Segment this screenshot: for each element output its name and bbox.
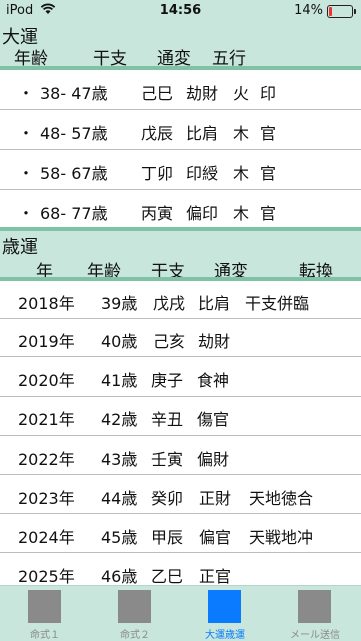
row-year: 2024年	[18, 528, 75, 547]
row-tenkan: 天戦地冲	[249, 528, 314, 547]
tab-send-mail-icon	[298, 590, 331, 623]
row-year: 2019年	[18, 332, 75, 351]
row-age: 48- 57歳	[40, 124, 108, 143]
tab-label: 命式２	[120, 630, 150, 641]
tab-meishiki-2-icon	[118, 590, 151, 623]
row-kanshi: 己巳	[141, 84, 174, 103]
row-tsuhen: 比肩	[186, 124, 219, 143]
saiun-title: 歳運	[2, 237, 38, 258]
daiun-header: 大運 年齢 干支 通変 五行	[0, 22, 361, 69]
row-tsuhen: 正官	[199, 567, 232, 586]
row-age: 42歳	[101, 410, 138, 429]
battery-percent: 14%	[294, 3, 323, 18]
tab-meishiki-1-icon	[28, 590, 61, 623]
tab-label: 大運歳運	[205, 630, 245, 641]
row-age: 44歳	[101, 489, 138, 508]
row-kanshi: 丁卯	[141, 164, 174, 183]
row-tsuhen: 劫財	[198, 332, 231, 351]
tab-label: 命式１	[30, 630, 60, 641]
row-kanshi: 丙寅	[141, 204, 174, 223]
row-tsuhen: 正財	[199, 489, 232, 508]
row-tsuhen: 偏印	[186, 204, 219, 223]
tab-meishiki-1[interactable]: 命式１	[0, 586, 90, 641]
row-tsuhen: 比肩	[198, 294, 231, 313]
tab-meishiki-2[interactable]: 命式２	[90, 586, 180, 641]
row-age: 43歳	[101, 450, 138, 469]
saiun-row[interactable]: 2018年 39歳 戊戌 比肩 干支併臨	[0, 281, 361, 319]
row-age: 38- 47歳	[40, 84, 108, 103]
status-bar: iPod 14:56 14%	[0, 0, 361, 22]
row-tsuhen: 食神	[197, 371, 230, 390]
row-bullet: ・	[18, 204, 35, 223]
battery-icon	[327, 5, 356, 18]
saiun-row[interactable]: 2023年 44歳 癸卯 正財 天地徳合	[0, 475, 361, 514]
row-gogyo-star: 官	[260, 164, 277, 183]
row-gogyo-element: 木	[233, 164, 250, 183]
saiun-row[interactable]: 2024年 45歳 甲辰 偏官 天戦地冲	[0, 514, 361, 553]
row-tsuhen: 印綬	[186, 164, 219, 183]
row-bullet: ・	[18, 84, 35, 103]
battery-level	[329, 7, 332, 16]
row-year: 2020年	[18, 371, 75, 390]
row-year: 2025年	[18, 567, 75, 586]
row-kanshi: 庚子	[151, 371, 184, 390]
daiun-row[interactable]: ・ 68- 77歳 丙寅 偏印 木 官	[0, 190, 361, 229]
row-gogyo-element: 火	[233, 84, 250, 103]
row-age: 40歳	[101, 332, 138, 351]
saiun-row[interactable]: 2019年 40歳 己亥 劫財	[0, 319, 361, 357]
battery-nub	[354, 9, 356, 14]
saiun-row[interactable]: 2025年 46歳 乙巳 正官	[0, 553, 361, 586]
tab-bar: 命式１ 命式２ 大運歳運 メール送信	[0, 585, 361, 641]
row-tsuhen: 偏官	[199, 528, 232, 547]
saiun-row[interactable]: 2021年 42歳 辛丑 傷官	[0, 397, 361, 436]
row-age: 45歳	[101, 528, 138, 547]
row-age: 68- 77歳	[40, 204, 108, 223]
row-year: 2018年	[18, 294, 75, 313]
row-age: 46歳	[101, 567, 138, 586]
row-kanshi: 乙巳	[151, 567, 184, 586]
row-kanshi: 戊戌	[153, 294, 186, 313]
row-year: 2021年	[18, 410, 75, 429]
row-age: 41歳	[101, 371, 138, 390]
row-bullet: ・	[18, 124, 35, 143]
tab-daiun-saiun[interactable]: 大運歳運	[180, 586, 270, 641]
row-year: 2023年	[18, 489, 75, 508]
row-gogyo-star: 官	[260, 204, 277, 223]
saiun-row[interactable]: 2020年 41歳 庚子 食神	[0, 357, 361, 397]
saiun-row[interactable]: 2022年 43歳 壬寅 偏財	[0, 436, 361, 475]
daiun-row[interactable]: ・ 48- 57歳 戊辰 比肩 木 官	[0, 110, 361, 150]
saiun-header: 歳運 年 年齢 干支 通変 転換	[0, 231, 361, 282]
row-kanshi: 壬寅	[151, 450, 184, 469]
daiun-row[interactable]: ・ 58- 67歳 丁卯 印綬 木 官	[0, 150, 361, 190]
row-kanshi: 辛丑	[151, 410, 184, 429]
row-age: 39歳	[101, 294, 138, 313]
daiun-row[interactable]: ・ 38- 47歳 己巳 劫財 火 印	[0, 70, 361, 110]
row-tsuhen: 偏財	[197, 450, 230, 469]
row-kanshi: 戊辰	[141, 124, 174, 143]
row-age: 58- 67歳	[40, 164, 108, 183]
row-tenkan: 干支併臨	[245, 294, 310, 313]
row-kanshi: 甲辰	[151, 528, 184, 547]
row-bullet: ・	[18, 164, 35, 183]
tab-label: メール送信	[290, 630, 340, 641]
row-gogyo-star: 官	[260, 124, 277, 143]
row-year: 2022年	[18, 450, 75, 469]
row-gogyo-element: 木	[233, 124, 250, 143]
tab-send-mail[interactable]: メール送信	[270, 586, 361, 641]
row-gogyo-star: 印	[260, 84, 277, 103]
row-tsuhen: 傷官	[197, 410, 230, 429]
row-kanshi: 己亥	[153, 332, 186, 351]
row-gogyo-element: 木	[233, 204, 250, 223]
row-tenkan: 天地徳合	[249, 489, 314, 508]
row-tsuhen: 劫財	[186, 84, 219, 103]
tab-daiun-saiun-icon	[208, 590, 241, 623]
row-kanshi: 癸卯	[151, 489, 184, 508]
